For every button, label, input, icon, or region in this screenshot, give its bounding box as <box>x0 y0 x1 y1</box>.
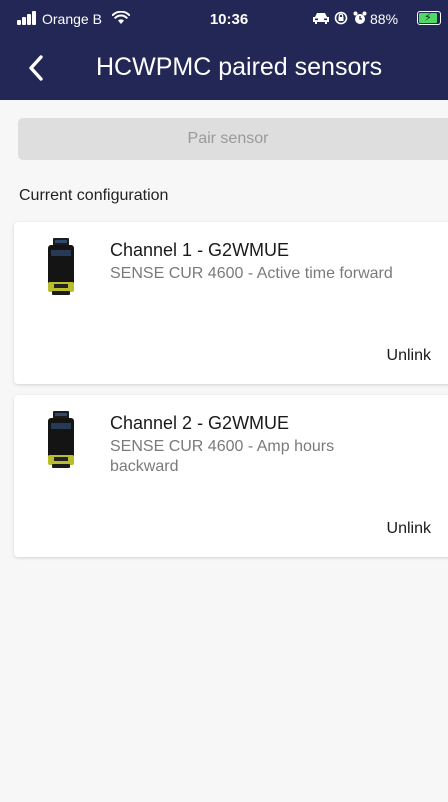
sensor-card: Channel 1 - G2WMUE SENSE CUR 4600 - Acti… <box>14 222 448 384</box>
sensor-title: Channel 2 - G2WMUE <box>110 413 290 433</box>
orientation-lock-icon <box>334 11 348 25</box>
sensor-subtitle: SENSE CUR 4600 - Active time forward <box>110 265 393 282</box>
sensor-subtitle: SENSE CUR 4600 - Amp hours backward <box>110 438 335 475</box>
battery-icon: ⚡ <box>417 11 441 25</box>
back-button[interactable] <box>20 52 52 84</box>
car-icon <box>313 13 329 24</box>
header: Orange B 10:36 88% ⚡ HCWPMC paired senso… <box>0 0 448 100</box>
app-bar: HCWPMC paired sensors <box>0 38 448 100</box>
status-bar: Orange B 10:36 88% ⚡ <box>0 0 448 38</box>
sensor-device-image <box>48 411 74 468</box>
screen: Orange B 10:36 88% ⚡ HCWPMC paired senso… <box>0 0 448 802</box>
battery-percent: 88% <box>370 11 399 27</box>
alarm-icon <box>353 11 367 24</box>
pair-sensor-button[interactable]: Pair sensor <box>18 118 448 160</box>
sensor-card: Channel 2 - G2WMUE SENSE CUR 4600 - Amp … <box>14 395 448 557</box>
sensor-device-image <box>48 238 74 295</box>
page-title: HCWPMC paired sensors <box>96 53 383 81</box>
charging-bolt-icon: ⚡ <box>424 12 432 24</box>
unlink-button[interactable]: Unlink <box>387 347 431 365</box>
section-heading: Current configuration <box>19 187 169 204</box>
unlink-button[interactable]: Unlink <box>387 520 431 538</box>
sensor-title: Channel 1 - G2WMUE <box>110 240 290 260</box>
